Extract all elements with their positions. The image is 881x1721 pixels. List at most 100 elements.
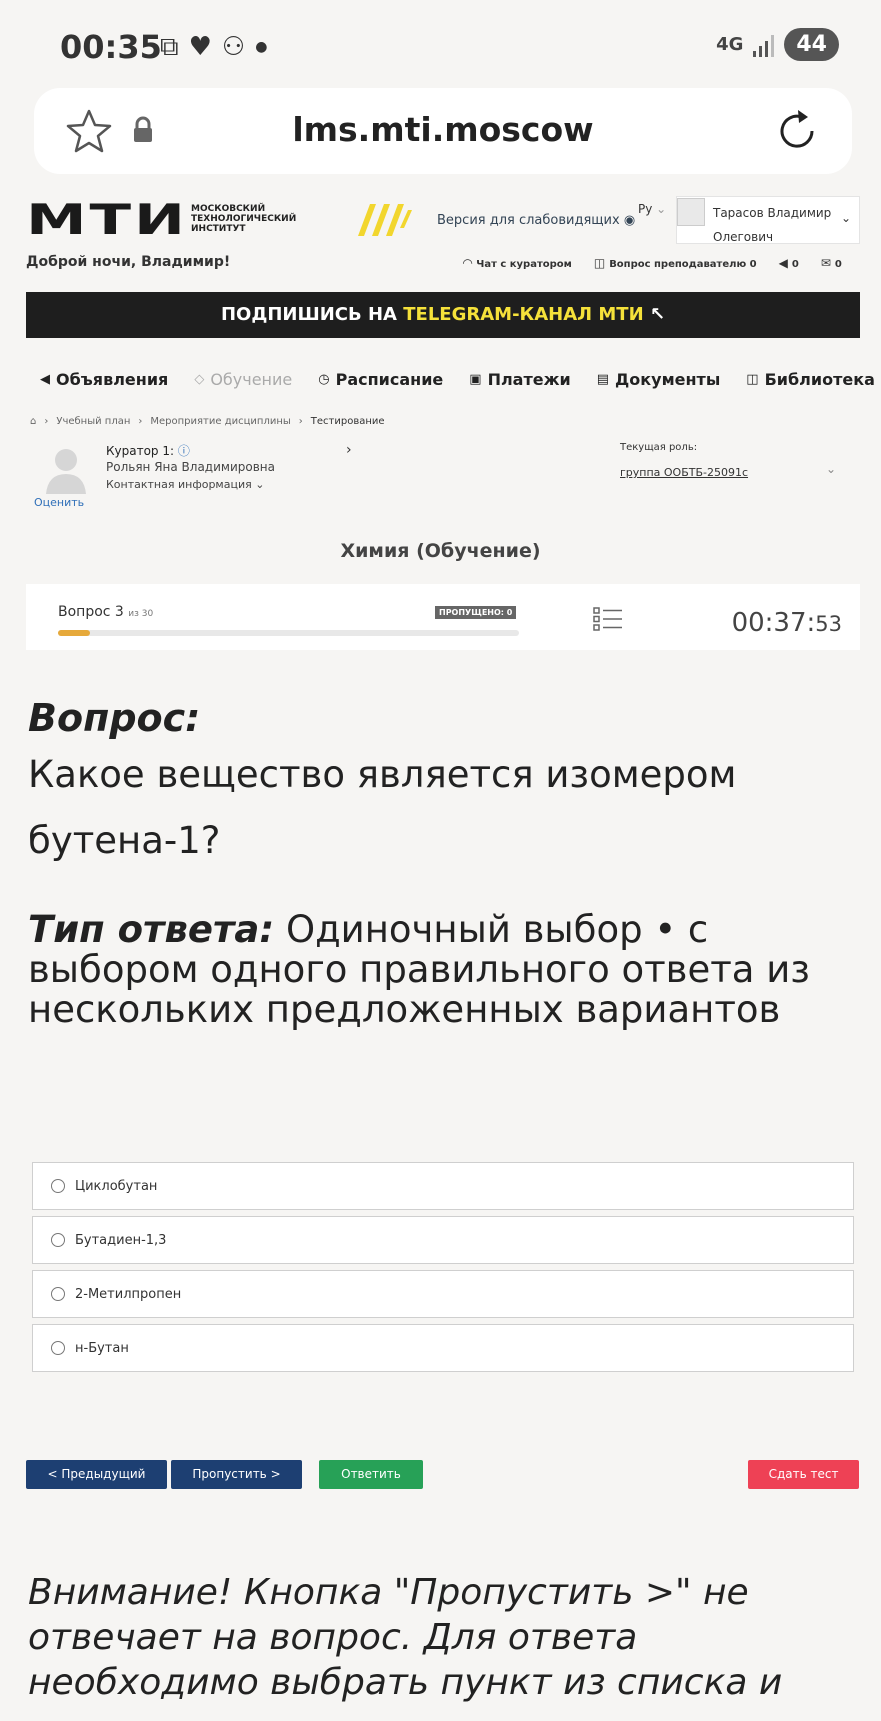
avatar [677, 198, 705, 226]
answer-type: Тип ответа: Одиночный выбор • с выбором … [28, 910, 858, 1030]
url-text[interactable]: lms.mti.moscow [34, 110, 852, 149]
question-counter: Вопрос 3 из 30 [58, 604, 153, 620]
submit-test-button[interactable]: Сдать тест [748, 1460, 859, 1489]
nav-documents[interactable]: ▤ Документы [597, 370, 721, 389]
address-bar[interactable]: lms.mti.moscow [34, 88, 852, 174]
ask-teacher-label: Вопрос преподавателю 0 [609, 259, 757, 270]
low-vision-link[interactable]: Версия для слабовидящих ◉ [437, 213, 635, 228]
radio-button[interactable] [51, 1233, 65, 1247]
nav-announcements[interactable]: ◀ Объявления [40, 370, 168, 389]
breadcrumb-current: Тестирование [310, 416, 385, 427]
course-title: Химия (Обучение) [340, 540, 541, 562]
nav-learning[interactable]: ◇ Обучение [194, 370, 292, 389]
radio-button[interactable] [51, 1287, 65, 1301]
skipped-badge: ПРОПУЩЕНО: 0 [435, 606, 517, 619]
signal-icon [753, 33, 775, 57]
messages-count-link[interactable]: ✉ 0 [821, 256, 842, 270]
rate-curator-link[interactable]: Оценить [34, 496, 84, 509]
low-vision-label: Версия для слабовидящих [437, 213, 620, 228]
test-timer: 00:37:53 [732, 608, 842, 638]
answer-option[interactable]: н-Бутан [32, 1324, 854, 1372]
nav-schedule-label: Расписание [335, 370, 444, 389]
chat-curator-link[interactable]: ◠ Чат с куратором [463, 256, 572, 270]
breadcrumb: ⌂ › Учебный план › Мероприятие дисциплины ›… [30, 416, 385, 427]
user-menu[interactable]: Тарасов Владимир Олегович ⌄ [676, 196, 860, 244]
radio-button[interactable] [51, 1341, 65, 1355]
radio-button[interactable] [51, 1179, 65, 1193]
status-right: 4G 44 [716, 28, 839, 61]
timer-main: 00:37: [731, 608, 816, 638]
book-icon: ◫ [746, 372, 759, 387]
graduation-icon: ◇ [194, 372, 205, 387]
megaphone-icon: ◀ [40, 372, 50, 387]
chat-curator-label: Чат с куратором [476, 259, 572, 270]
curator-panel: Оценить Куратор 1: ⓘ Рольян Яна Владимир… [30, 440, 860, 510]
skip-warning: Внимание! Кнопка "Пропустить >" не отвеч… [28, 1572, 783, 1703]
logo-mark-icon [358, 204, 412, 236]
breadcrumb-item[interactable]: Мероприятие дисциплины [150, 416, 290, 427]
progress-fill [58, 630, 91, 636]
mail-icon: ✉ [820, 256, 831, 270]
nav-announcements-label: Объявления [56, 370, 169, 389]
logo-subtitle: МОСКОВСКИЙ ТЕХНОЛОГИЧЕСКИЙ ИНСТИТУТ [191, 204, 297, 234]
answer-option[interactable]: 2-Метилпропен [32, 1270, 854, 1318]
network-label: 4G [716, 33, 744, 55]
option-label: Бутадиен-1,3 [75, 1232, 167, 1248]
dot-icon: ● [255, 39, 268, 55]
nav-documents-label: Документы [615, 370, 721, 389]
answer-button[interactable]: Ответить [319, 1460, 423, 1489]
role-select[interactable]: группа ООБТБ-25091с [620, 466, 748, 479]
nav-payments-label: Платежи [487, 370, 571, 389]
chevron-down-icon: ⌄ [840, 211, 851, 225]
nav-library-label: Библиотека [764, 370, 875, 389]
answer-option[interactable]: Бутадиен-1,3 [32, 1216, 854, 1264]
answer-option[interactable]: Циклобутан [32, 1162, 854, 1210]
option-label: Циклобутан [75, 1178, 158, 1194]
home-icon[interactable]: ⌂ [30, 416, 36, 427]
screenshot-icon: ⧉ [160, 32, 179, 62]
chevron-down-icon: ⌄ [656, 202, 667, 216]
chevron-right-icon[interactable]: › [346, 442, 352, 458]
progress-track [58, 630, 519, 636]
reload-icon[interactable] [772, 106, 822, 156]
answer-options: Циклобутан Бутадиен-1,3 2-Метилпропен н-… [32, 1162, 854, 1378]
greeting: Доброй ночи, Владимир! [26, 254, 231, 270]
skip-button[interactable]: Пропустить > [171, 1460, 302, 1489]
nav-library[interactable]: ◫Библиотека⌄ [746, 370, 881, 389]
nav-payments[interactable]: ▣ Платежи [469, 370, 570, 389]
help-icon[interactable]: ⓘ [178, 444, 190, 458]
chevron-down-icon[interactable]: ⌄ [826, 462, 836, 476]
announcements-count: 0 [791, 259, 799, 270]
mti-logo[interactable]: МТИ МОСКОВСКИЙ ТЕХНОЛОГИЧЕСКИЙ ИНСТИТУТ [26, 199, 412, 241]
curator-title-label: Куратор 1: [106, 444, 175, 458]
curator-photo-icon [46, 449, 86, 494]
question-progress-bar: Вопрос 3 из 30 ПРОПУЩЕНО: 0 00:37:53 [26, 584, 860, 650]
telegram-banner[interactable]: ПОДПИШИСЬ НА TELEGRAM-КАНАЛ МТИ ↖ [26, 292, 860, 338]
question-number: Вопрос 3 [58, 604, 124, 620]
megaphone-icon: ◀ [778, 256, 788, 270]
announcements-count-link[interactable]: ◀ 0 [779, 256, 799, 270]
option-label: н-Бутан [75, 1340, 129, 1356]
question-list-icon[interactable] [593, 606, 623, 632]
option-label: 2-Метилпропен [75, 1286, 182, 1302]
breadcrumb-item[interactable]: Учебный план [56, 416, 130, 427]
status-icons: ⧉ ♥ ⚇ ● [160, 34, 267, 60]
answer-type-label: Тип ответа: [28, 908, 275, 951]
question-total: из 30 [128, 609, 154, 619]
curator-title: Куратор 1: ⓘ [106, 442, 190, 459]
heart-icon: ♥ [188, 32, 212, 62]
timer-seconds: 53 [815, 612, 842, 636]
banner-prefix: ПОДПИШИСЬ НА [220, 304, 404, 325]
cursor-icon: ↖ [649, 304, 666, 325]
contact-info-toggle[interactable]: Контактная информация ⌄ [106, 478, 264, 491]
language-select[interactable]: Ру ⌄ [638, 202, 666, 216]
language-label: Ру [638, 202, 653, 216]
user-name: Тарасов Владимир Олегович [713, 206, 832, 244]
clock-icon: ◷ [318, 372, 330, 387]
messages-count: 0 [834, 259, 842, 270]
previous-button[interactable]: < Предыдущий [26, 1460, 167, 1489]
contact-info-label: Контактная информация [106, 478, 252, 491]
battery-badge: 44 [784, 28, 839, 61]
nav-schedule[interactable]: ◷ Расписание [318, 370, 443, 389]
ask-teacher-link[interactable]: ◫ Вопрос преподавателю 0 [594, 256, 757, 270]
